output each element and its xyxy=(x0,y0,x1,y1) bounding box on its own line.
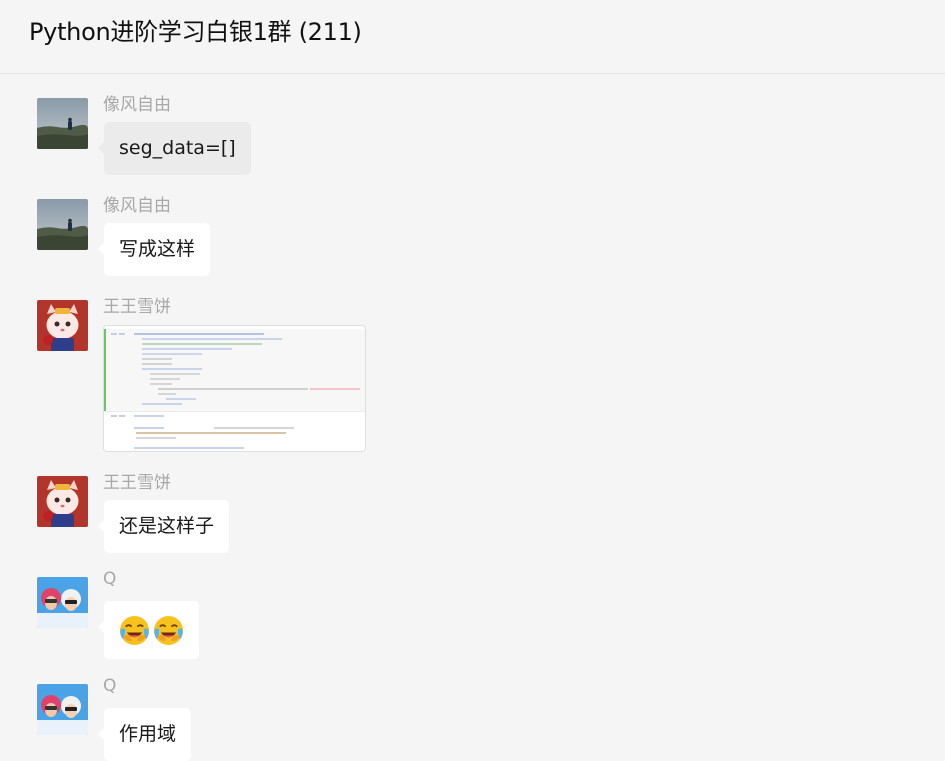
chat-window: Python进阶学习白银1群 (211) 像风自由 seg_data=[] 像风… xyxy=(0,0,945,761)
code-screenshot-image[interactable] xyxy=(103,325,366,452)
sender-name: 王王雪饼 xyxy=(103,473,171,493)
two-people-avatar-icon xyxy=(37,684,88,735)
code-screenshot-graphic xyxy=(104,326,365,451)
message-bubble[interactable]: 作用域 xyxy=(97,708,192,761)
sender-name: Q xyxy=(103,676,117,696)
message-bubble[interactable]: 还是这样子 xyxy=(97,500,230,553)
sender-name: 王王雪饼 xyxy=(103,297,171,317)
landscape-avatar-icon xyxy=(37,98,88,149)
sender-avatar[interactable] xyxy=(37,300,88,351)
message-bubble[interactable]: seg_data=[] xyxy=(98,122,251,175)
landscape-avatar-icon xyxy=(37,199,88,250)
rolling-laughing-emoji-icon xyxy=(119,615,150,645)
chat-header: Python进阶学习白银1群 (211) xyxy=(0,0,945,74)
rolling-laughing-emoji-icon xyxy=(153,615,184,645)
message-list[interactable]: 像风自由 seg_data=[] 像风自由 写成这样 王王雪饼 王王雪饼 还是这… xyxy=(0,75,945,761)
sender-avatar[interactable] xyxy=(37,684,88,735)
sender-name: 像风自由 xyxy=(103,95,171,115)
sender-avatar[interactable] xyxy=(37,98,88,149)
chat-title[interactable]: Python进阶学习白银1群 (211) xyxy=(29,12,362,47)
sender-avatar[interactable] xyxy=(37,199,88,250)
two-people-avatar-icon xyxy=(37,577,88,628)
emoji-message-bubble[interactable] xyxy=(98,601,199,659)
sender-name: 像风自由 xyxy=(103,196,171,216)
message-bubble[interactable]: 写成这样 xyxy=(97,223,211,276)
cartoon-cat-avatar-icon xyxy=(37,476,88,527)
sender-name: Q xyxy=(103,569,117,589)
sender-avatar[interactable] xyxy=(37,476,88,527)
cartoon-cat-avatar-icon xyxy=(37,300,88,351)
sender-avatar[interactable] xyxy=(37,577,88,628)
